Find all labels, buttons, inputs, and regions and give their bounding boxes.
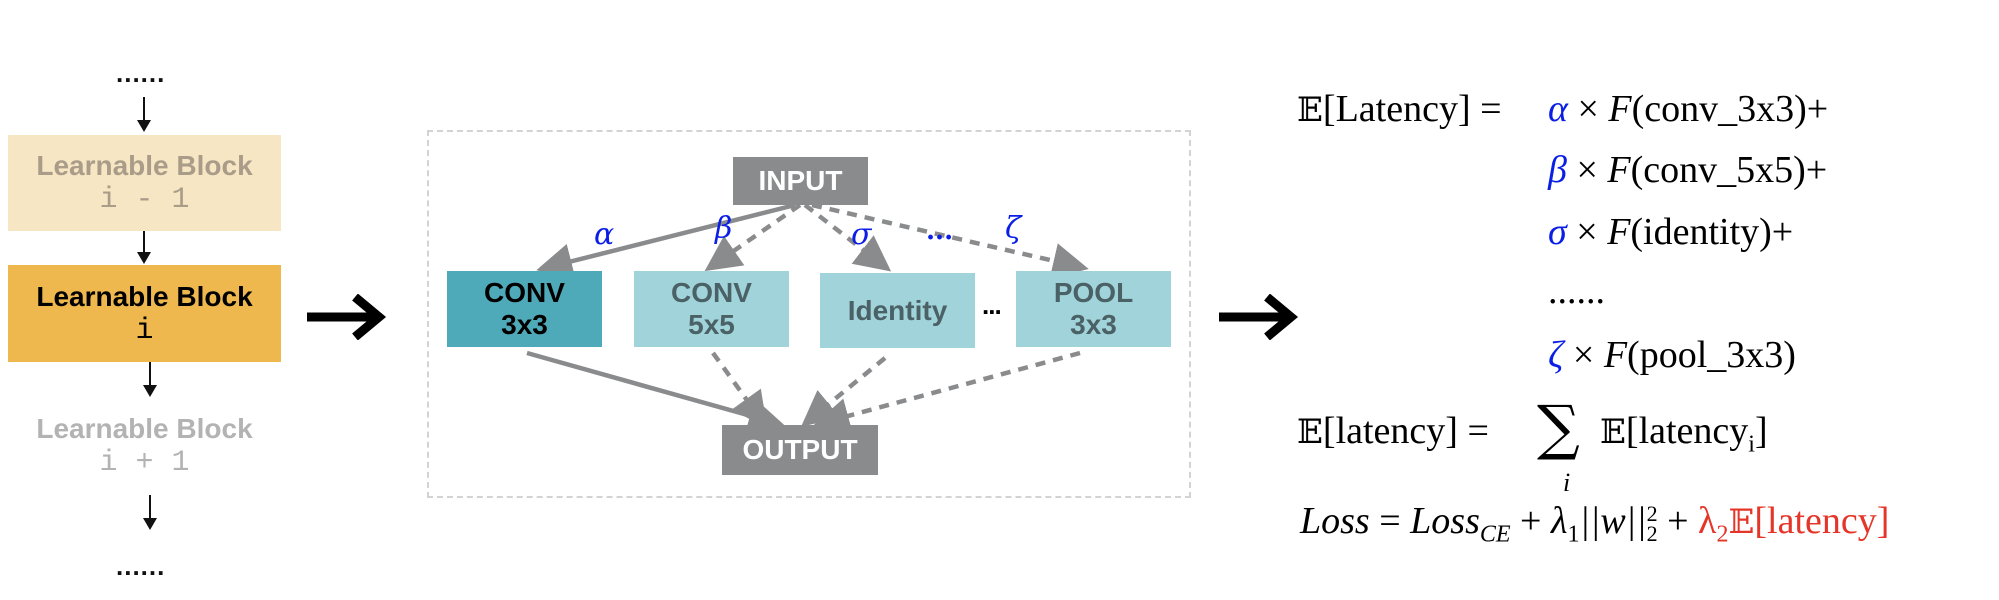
op-conv3x3: CONV 3x3 [447,271,602,347]
lambda2-subscript: 2 [1716,521,1729,548]
lhs-text: [latency] = [1322,410,1489,452]
coef: α [1548,88,1568,130]
latency-term-ellipsis: ...... [1548,272,1605,310]
op-label-line1: CONV [484,277,565,308]
latency-penalty: λ2𝔼[latency] [1698,500,1890,547]
lhs-text: [Latency] = [1322,88,1502,130]
output-label: OUTPUT [742,434,858,465]
plus: + [1510,500,1551,542]
arg: (conv_3x3)+ [1631,88,1829,130]
times: × [1576,149,1608,191]
rhs-subscript: i [1748,431,1755,458]
fn: F [1603,334,1628,376]
fn: F [1608,88,1632,130]
latency-term-conv5x5: β × F(conv_5x5)+ [1548,151,1827,189]
weight-sigma: σ [851,217,872,252]
op-label-line2: 3x3 [1070,309,1117,340]
loss-ce-subscript: CE [1479,521,1511,548]
coef: ζ [1548,334,1564,376]
latency-term-pool3x3: ζ × F(pool_3x3) [1548,336,1796,374]
expectation-symbol: 𝔼 [1600,412,1626,452]
op-label-line1: POOL [1053,277,1134,308]
edge-pool3x3-output [813,350,1081,434]
weight-ellipsis: ... [926,216,954,246]
coef: β [1548,149,1567,191]
op-label-line2: 5x5 [688,309,735,340]
arrow-right-icon [1219,294,1299,340]
sum-index: i [1563,468,1571,497]
arg: (conv_5x5)+ [1630,149,1828,191]
op-pool3x3: POOL 3x3 [1016,271,1171,347]
ellipsis: ...... [1548,270,1605,312]
arg: (identity)+ [1630,211,1794,253]
expectation-symbol: 𝔼 [1297,412,1323,452]
arg: (pool_3x3) [1627,334,1796,376]
weight-beta: β [715,211,733,246]
times: × [1572,334,1604,376]
coef: σ [1548,211,1567,253]
times: × [1577,88,1609,130]
weight-alpha: α [594,217,615,252]
rhs-close: ] [1754,410,1768,452]
edge-identity-output [801,356,887,427]
sum-symbol: ∑ [1537,393,1580,463]
latency-term-identity: σ × F(identity)+ [1548,213,1793,251]
lambda1: λ [1550,500,1568,542]
weight-zeta: ζ [1005,211,1022,246]
fn: F [1607,149,1631,191]
ops-ellipsis: ... [982,290,1002,320]
plus: + [1657,500,1699,542]
output-node: OUTPUT [722,425,878,475]
total-latency-rhs: 𝔼[latencyi] [1600,412,1768,457]
latency-term-conv3x3: α × F(conv_3x3)+ [1548,90,1828,128]
lambda1-subscript: 1 [1567,521,1580,548]
input-node: INPUT [733,157,868,205]
edge-input-identity [803,203,892,272]
loss-formula: Loss = LossCE + λ1||w|| 2 2 + λ2𝔼[latency] [1300,502,1889,547]
equals: = [1369,500,1411,542]
latency-text: [latency] [1754,500,1890,542]
norm-subscript: 2 [1646,521,1658,547]
expectation-symbol: 𝔼 [1297,90,1323,130]
op-conv5x5: CONV 5x5 [634,271,789,347]
rhs-text: [latency [1625,410,1749,452]
times: × [1576,211,1608,253]
op-identity: Identity [820,273,975,348]
lambda2: λ [1698,500,1717,542]
op-label-line1: Identity [847,294,948,326]
loss-ce: Loss [1410,500,1480,542]
op-label-line2: 3x3 [501,309,548,340]
loss-lhs: Loss [1300,500,1370,542]
weight-norm: ||w|| [1579,500,1647,542]
total-latency-lhs: 𝔼[latency] = [1297,412,1489,450]
expectation-symbol: 𝔼 [1728,502,1755,542]
edge-input-conv3x3 [536,202,796,279]
latency-expectation-lhs: 𝔼[Latency] = [1297,90,1502,128]
input-label: INPUT [758,165,843,196]
fn: F [1607,211,1631,253]
op-label-line1: CONV [671,277,752,308]
